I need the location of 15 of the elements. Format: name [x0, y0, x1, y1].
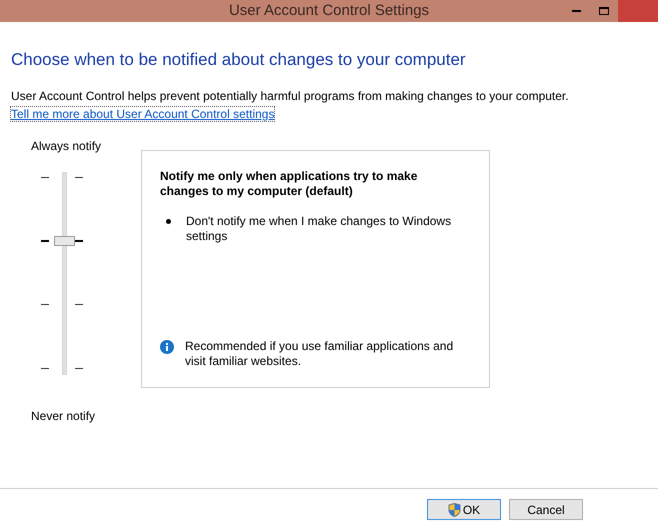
slider-label: Always notify — [31, 138, 102, 154]
bullet-text: Don't notify me when I make changes to Windows settings — [186, 214, 452, 244]
bullet-icon — [166, 218, 171, 224]
ok-button[interactable]: OK — [427, 499, 501, 520]
help-link[interactable]: Tell me more about User Account Control settings — [11, 106, 274, 120]
slider-label: Never notify — [31, 408, 96, 424]
page-heading: Choose when to be notified about changes to your computer — [11, 49, 467, 71]
info-icon — [160, 340, 174, 354]
description-text: User Account Control helps prevent potentially harmful programs from making changes to your computer. — [11, 88, 570, 104]
slider-thumb[interactable] — [54, 236, 75, 246]
window-title: User Account Control Settings — [228, 0, 430, 21]
cancel-button[interactable]: Cancel — [509, 499, 583, 520]
info-text: Recommended if you use familiar applications and visit familiar websites. — [185, 338, 454, 368]
level-title: Notify me only when applications try to make changes to my computer (default) — [160, 168, 418, 198]
shield-icon — [448, 502, 461, 516]
